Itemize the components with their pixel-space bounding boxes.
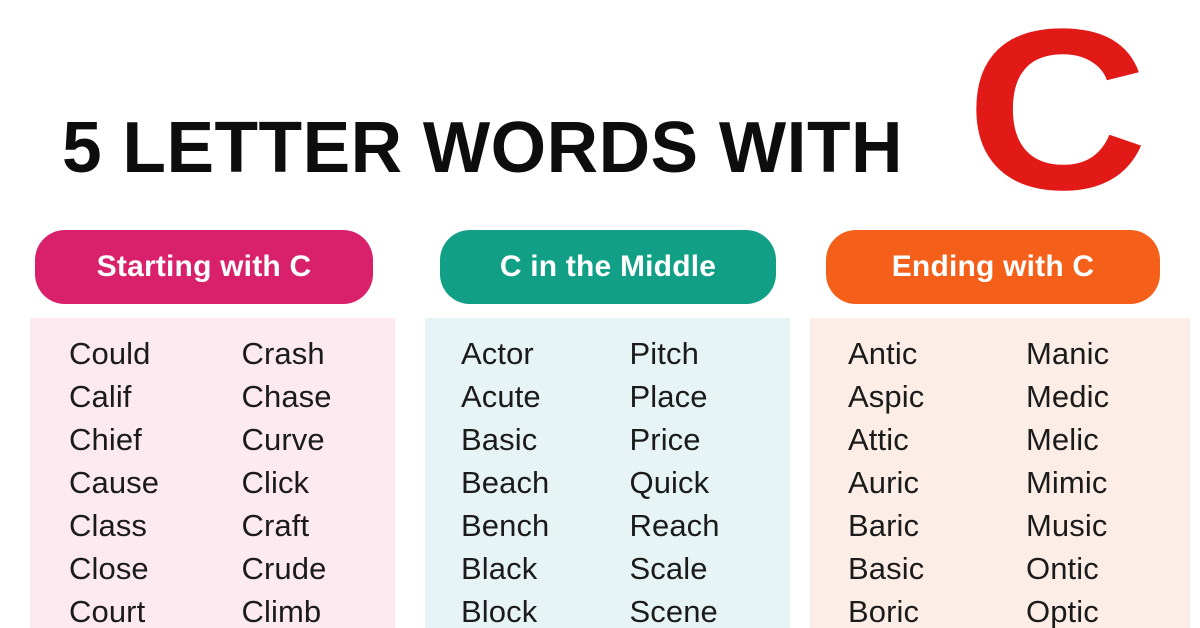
word-item: Click [241, 465, 310, 500]
word-item: Basic [461, 422, 538, 457]
word-item: Ontic [1026, 551, 1099, 586]
word-item: Craft [241, 508, 310, 543]
word-item: Class [69, 508, 148, 543]
word-item: Antic [848, 336, 918, 371]
word-column: Actor Acute Basic Beach Bench Black Bloc… [425, 332, 608, 628]
word-item: Price [629, 422, 701, 457]
word-panel-ending-with-c: Antic Aspic Attic Auric Baric Basic Bori… [810, 318, 1190, 628]
word-item: Manic [1026, 336, 1110, 371]
word-item: Bench [461, 508, 550, 543]
word-item: Actor [461, 336, 534, 371]
word-column: Antic Aspic Attic Auric Baric Basic Bori… [810, 332, 1000, 628]
word-column: Manic Medic Melic Mimic Music Ontic Opti… [1000, 332, 1190, 628]
featured-letter-c: C [966, 0, 1148, 238]
word-item: Beach [461, 465, 550, 500]
word-item: Reach [629, 508, 720, 543]
word-item: Mimic [1026, 465, 1108, 500]
word-item: Calif [69, 379, 132, 414]
word-item: Baric [848, 508, 920, 543]
word-item: Music [1026, 508, 1108, 543]
word-item: Auric [848, 465, 920, 500]
word-panel-starting-with-c: Could Calif Chief Cause Class Close Cour… [30, 318, 395, 628]
word-item: Pitch [629, 336, 699, 371]
word-item: Curve [241, 422, 325, 457]
word-item: Cause [69, 465, 160, 500]
word-column: Pitch Place Price Quick Reach Scale Scen… [608, 332, 791, 628]
word-item: Place [629, 379, 708, 414]
word-item: Chief [69, 422, 142, 457]
word-item: Medic [1026, 379, 1110, 414]
word-item: Melic [1026, 422, 1099, 457]
page-title: 5 LETTER WORDS WITH [62, 108, 903, 188]
section-badge-c-in-the-middle: C in the Middle [440, 230, 776, 304]
poster-header: 5 LETTER WORDS WITH C [0, 0, 1200, 238]
word-item: Block [461, 594, 538, 628]
word-item: Crude [241, 551, 327, 586]
word-item: Aspic [848, 379, 925, 414]
word-item: Scene [629, 594, 718, 628]
section-badge-starting-with-c: Starting with C [35, 230, 373, 304]
section-badge-ending-with-c: Ending with C [826, 230, 1160, 304]
word-item: Close [69, 551, 149, 586]
word-item: Quick [629, 465, 710, 500]
word-column: Could Calif Chief Cause Class Close Cour… [30, 332, 213, 628]
word-column: Crash Chase Curve Click Craft Crude Clim… [213, 332, 396, 628]
word-item: Scale [629, 551, 708, 586]
word-item: Optic [1026, 594, 1099, 628]
word-item: Could [69, 336, 151, 371]
word-item: Court [69, 594, 146, 628]
word-item: Attic [848, 422, 909, 457]
word-item: Climb [241, 594, 322, 628]
word-item: Crash [241, 336, 325, 371]
word-item: Acute [461, 379, 541, 414]
word-item: Boric [848, 594, 920, 628]
word-item: Basic [848, 551, 925, 586]
word-panel-c-in-the-middle: Actor Acute Basic Beach Bench Black Bloc… [425, 318, 790, 628]
word-item: Chase [241, 379, 332, 414]
word-item: Black [461, 551, 538, 586]
poster-canvas: 5 LETTER WORDS WITH C Starting with C Co… [0, 0, 1200, 628]
